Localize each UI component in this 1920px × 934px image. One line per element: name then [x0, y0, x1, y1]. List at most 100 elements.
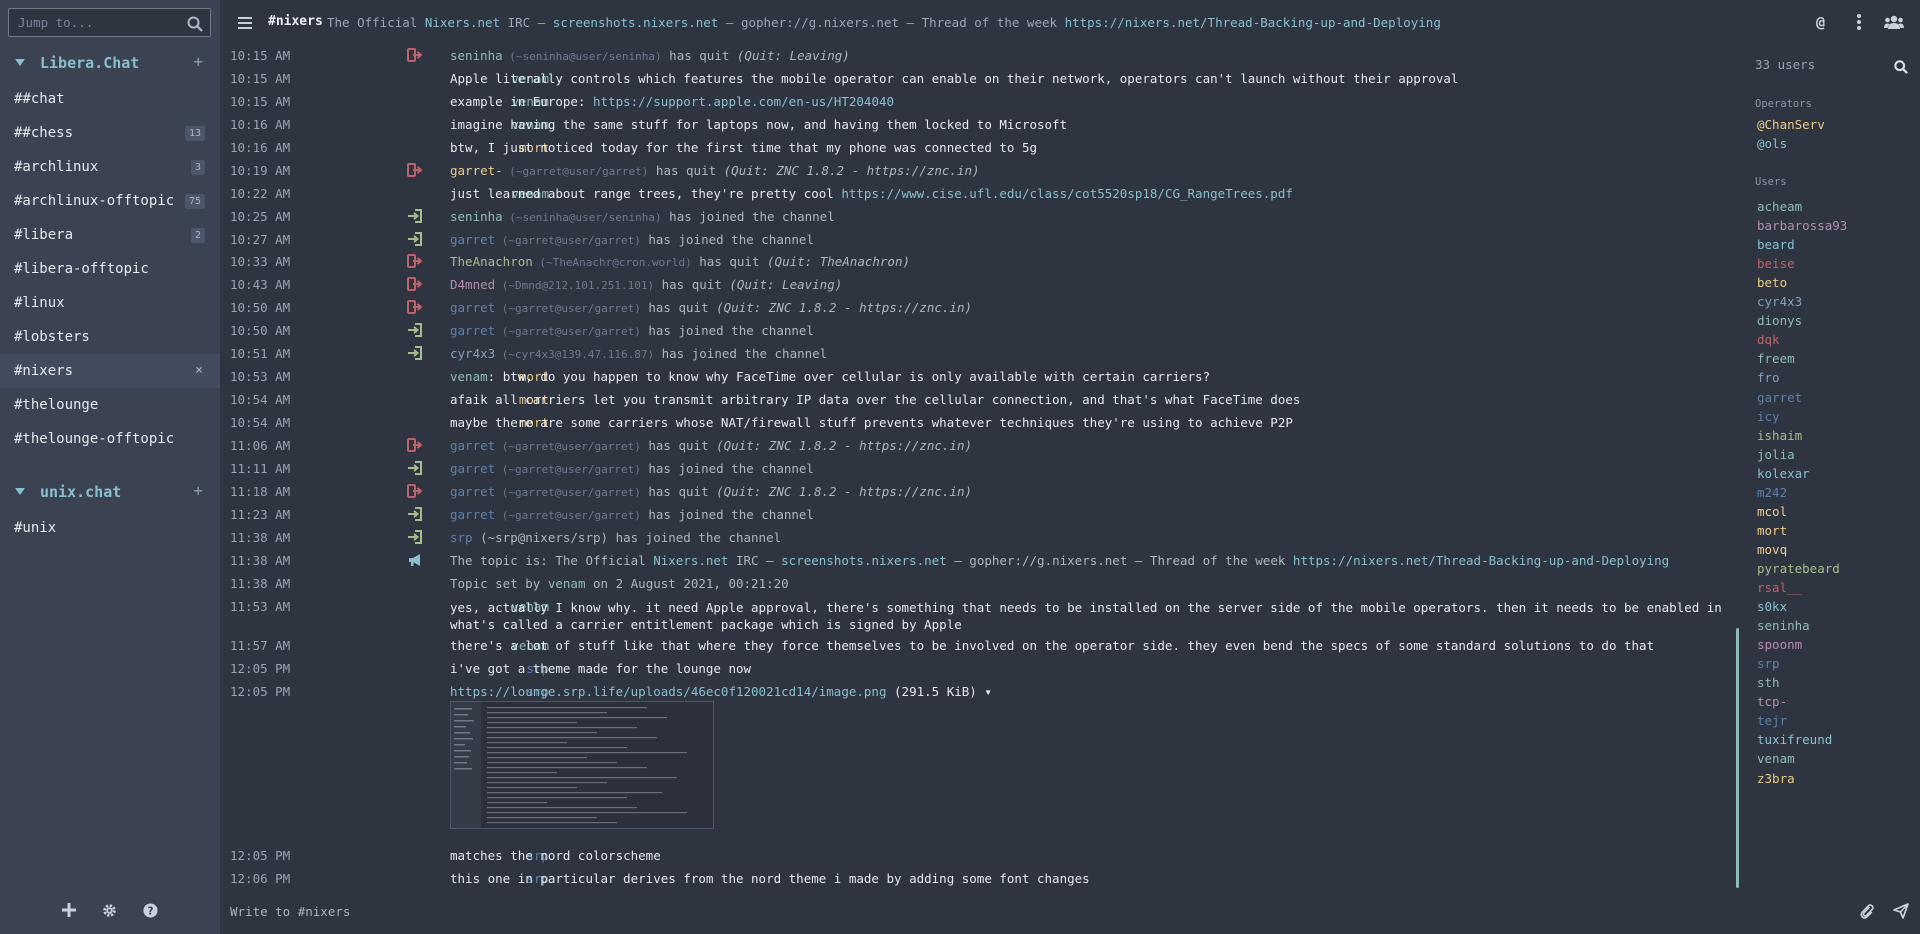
nick-link[interactable]: garret- — [450, 163, 503, 178]
user-item[interactable]: mcol — [1757, 504, 1787, 519]
message-fragment: there's a lot of stuff like that where t… — [450, 638, 1655, 653]
sidebar-item-chess[interactable]: ##chess 13 — [0, 116, 220, 150]
nick-link[interactable]: TheAnachron — [450, 254, 533, 269]
nick-link[interactable]: venam — [450, 369, 488, 384]
url-link[interactable]: https://www.cise.ufl.edu/class/cot5520sp… — [841, 186, 1293, 201]
nick-link[interactable]: venam — [548, 576, 586, 591]
sidebar-item-lobsters[interactable]: #lobsters — [0, 320, 220, 354]
topic-part[interactable]: Nixers.net — [425, 15, 500, 30]
nick-link[interactable]: seninha — [450, 209, 503, 224]
url-link[interactable]: https://support.apple.com/en-us/HT204040 — [593, 94, 894, 109]
user-item[interactable]: dionys — [1757, 313, 1802, 328]
add-channel-icon[interactable]: + — [193, 52, 203, 71]
nick-link[interactable]: garret — [450, 484, 495, 499]
collapse-caret-icon[interactable] — [15, 488, 25, 495]
sidebar-item-thelounge-offtopic[interactable]: #thelounge-offtopic — [0, 422, 220, 456]
user-item[interactable]: rsal__ — [1757, 580, 1802, 595]
network-unix-chat[interactable]: unix.chat + — [0, 477, 220, 507]
menu-icon[interactable] — [238, 17, 252, 29]
plus-icon[interactable] — [62, 903, 76, 917]
sidebar-item-nixers[interactable]: #nixers × — [0, 354, 220, 388]
more-vertical-icon[interactable] — [1857, 14, 1861, 34]
user-item[interactable]: spoonm — [1757, 637, 1802, 652]
sidebar-item-linux[interactable]: #linux — [0, 286, 220, 320]
network-libera-chat[interactable]: Libera.Chat + — [0, 48, 220, 78]
user-item[interactable]: beto — [1757, 275, 1787, 290]
image-preview[interactable] — [450, 701, 714, 829]
user-item[interactable]: seninha — [1757, 618, 1810, 633]
gear-icon[interactable] — [102, 903, 117, 918]
nick-link[interactable]: srp — [450, 530, 473, 545]
nick-link[interactable]: garret — [450, 323, 495, 338]
sidebar-item-libera-offtopic[interactable]: #libera-offtopic — [0, 252, 220, 286]
sidebar-item-unix[interactable]: #unix — [0, 511, 220, 545]
user-item[interactable]: sth — [1757, 675, 1780, 690]
user-item[interactable]: fro — [1757, 370, 1780, 385]
user-item[interactable]: icy — [1757, 409, 1780, 424]
chat-message: 10:16 AM venam imagine having the same stu… — [220, 114, 1740, 137]
send-icon[interactable] — [1893, 903, 1909, 922]
nick-link[interactable]: cyr4x3 — [450, 346, 495, 361]
message-input[interactable] — [230, 900, 1810, 922]
user-host: (~garret@user/garret) — [502, 165, 649, 178]
close-icon[interactable]: × — [195, 354, 203, 388]
user-item[interactable]: ishaim — [1757, 428, 1802, 443]
search-icon[interactable] — [187, 16, 203, 35]
nick-link[interactable]: D4mned — [450, 277, 495, 292]
user-item[interactable]: garret — [1757, 390, 1802, 405]
topic-part: IRC — — [500, 15, 553, 30]
nick-link[interactable]: garret — [450, 232, 495, 247]
user-item[interactable]: freem — [1757, 351, 1795, 366]
user-item[interactable]: jolia — [1757, 447, 1795, 462]
user-item[interactable]: m242 — [1757, 485, 1787, 500]
topic-part[interactable]: https://nixers.net/Thread-Backing-up-and… — [1065, 15, 1441, 30]
operator-item[interactable]: @ols — [1757, 136, 1787, 151]
sidebar-item-archlinux-offtopic[interactable]: #archlinux-offtopic 75 — [0, 184, 220, 218]
user-item[interactable]: beise — [1757, 256, 1795, 271]
user-item[interactable]: barbarossa93 — [1757, 218, 1847, 233]
sidebar-item-libera[interactable]: #libera 2 — [0, 218, 220, 252]
sidebar: Libera.Chat+ ##chat##chess13#archlinux3#a… — [0, 0, 220, 934]
sidebar-item-chat[interactable]: ##chat — [0, 82, 220, 116]
user-item[interactable]: z3bra — [1757, 771, 1795, 786]
user-item[interactable]: beard — [1757, 237, 1795, 252]
nick-link[interactable]: garret — [450, 300, 495, 315]
user-search-icon[interactable] — [1894, 60, 1908, 77]
url-link[interactable]: https://lounge.srp.life/uploads/46ec0f12… — [450, 684, 887, 699]
user-item[interactable]: dqk — [1757, 332, 1780, 347]
user-item[interactable]: kolexar — [1757, 466, 1810, 481]
user-item[interactable]: mort — [1757, 523, 1787, 538]
url-link[interactable]: Nixers.net — [653, 553, 728, 568]
nick-link[interactable]: garret — [450, 507, 495, 522]
nick-link[interactable]: seninha — [450, 48, 503, 63]
user-item[interactable]: s0kx — [1757, 599, 1787, 614]
user-item[interactable]: tejr — [1757, 713, 1787, 728]
message-time: 10:16 AM — [230, 140, 291, 155]
sidebar-item-thelounge[interactable]: #thelounge — [0, 388, 220, 422]
operator-item[interactable]: @ChanServ — [1757, 117, 1825, 132]
user-item[interactable]: srp — [1757, 656, 1780, 671]
add-channel-icon[interactable]: + — [193, 481, 203, 500]
user-item[interactable]: tcp- — [1757, 694, 1787, 709]
url-link[interactable]: https://nixers.net/Thread-Backing-up-and… — [1293, 553, 1669, 568]
users-icon[interactable] — [1884, 15, 1904, 33]
user-item[interactable]: cyr4x3 — [1757, 294, 1802, 309]
message-scrollbar[interactable] — [1736, 628, 1739, 888]
user-item[interactable]: movq — [1757, 542, 1787, 557]
user-item[interactable]: acheam — [1757, 199, 1802, 214]
user-item[interactable]: tuxifreund — [1757, 732, 1832, 747]
help-icon[interactable]: ? — [143, 902, 158, 918]
nick-link[interactable]: garret — [450, 461, 495, 476]
url-link[interactable]: screenshots.nixers.net — [781, 553, 947, 568]
user-item[interactable]: venam — [1757, 751, 1795, 766]
jump-to-input[interactable] — [9, 9, 210, 36]
collapse-caret-icon[interactable] — [15, 59, 25, 66]
mention-icon[interactable]: @ — [1816, 13, 1825, 31]
nick-link[interactable]: garret — [450, 438, 495, 453]
join-message: 11:11 AM garret (~garret@user/garret) has… — [220, 458, 1740, 481]
user-item[interactable]: pyratebeard — [1757, 561, 1840, 576]
topic-part[interactable]: screenshots.nixers.net — [553, 15, 719, 30]
paperclip-icon[interactable] — [1860, 904, 1874, 922]
sidebar-item-archlinux[interactable]: #archlinux 3 — [0, 150, 220, 184]
channel-name: #linux — [14, 295, 65, 311]
